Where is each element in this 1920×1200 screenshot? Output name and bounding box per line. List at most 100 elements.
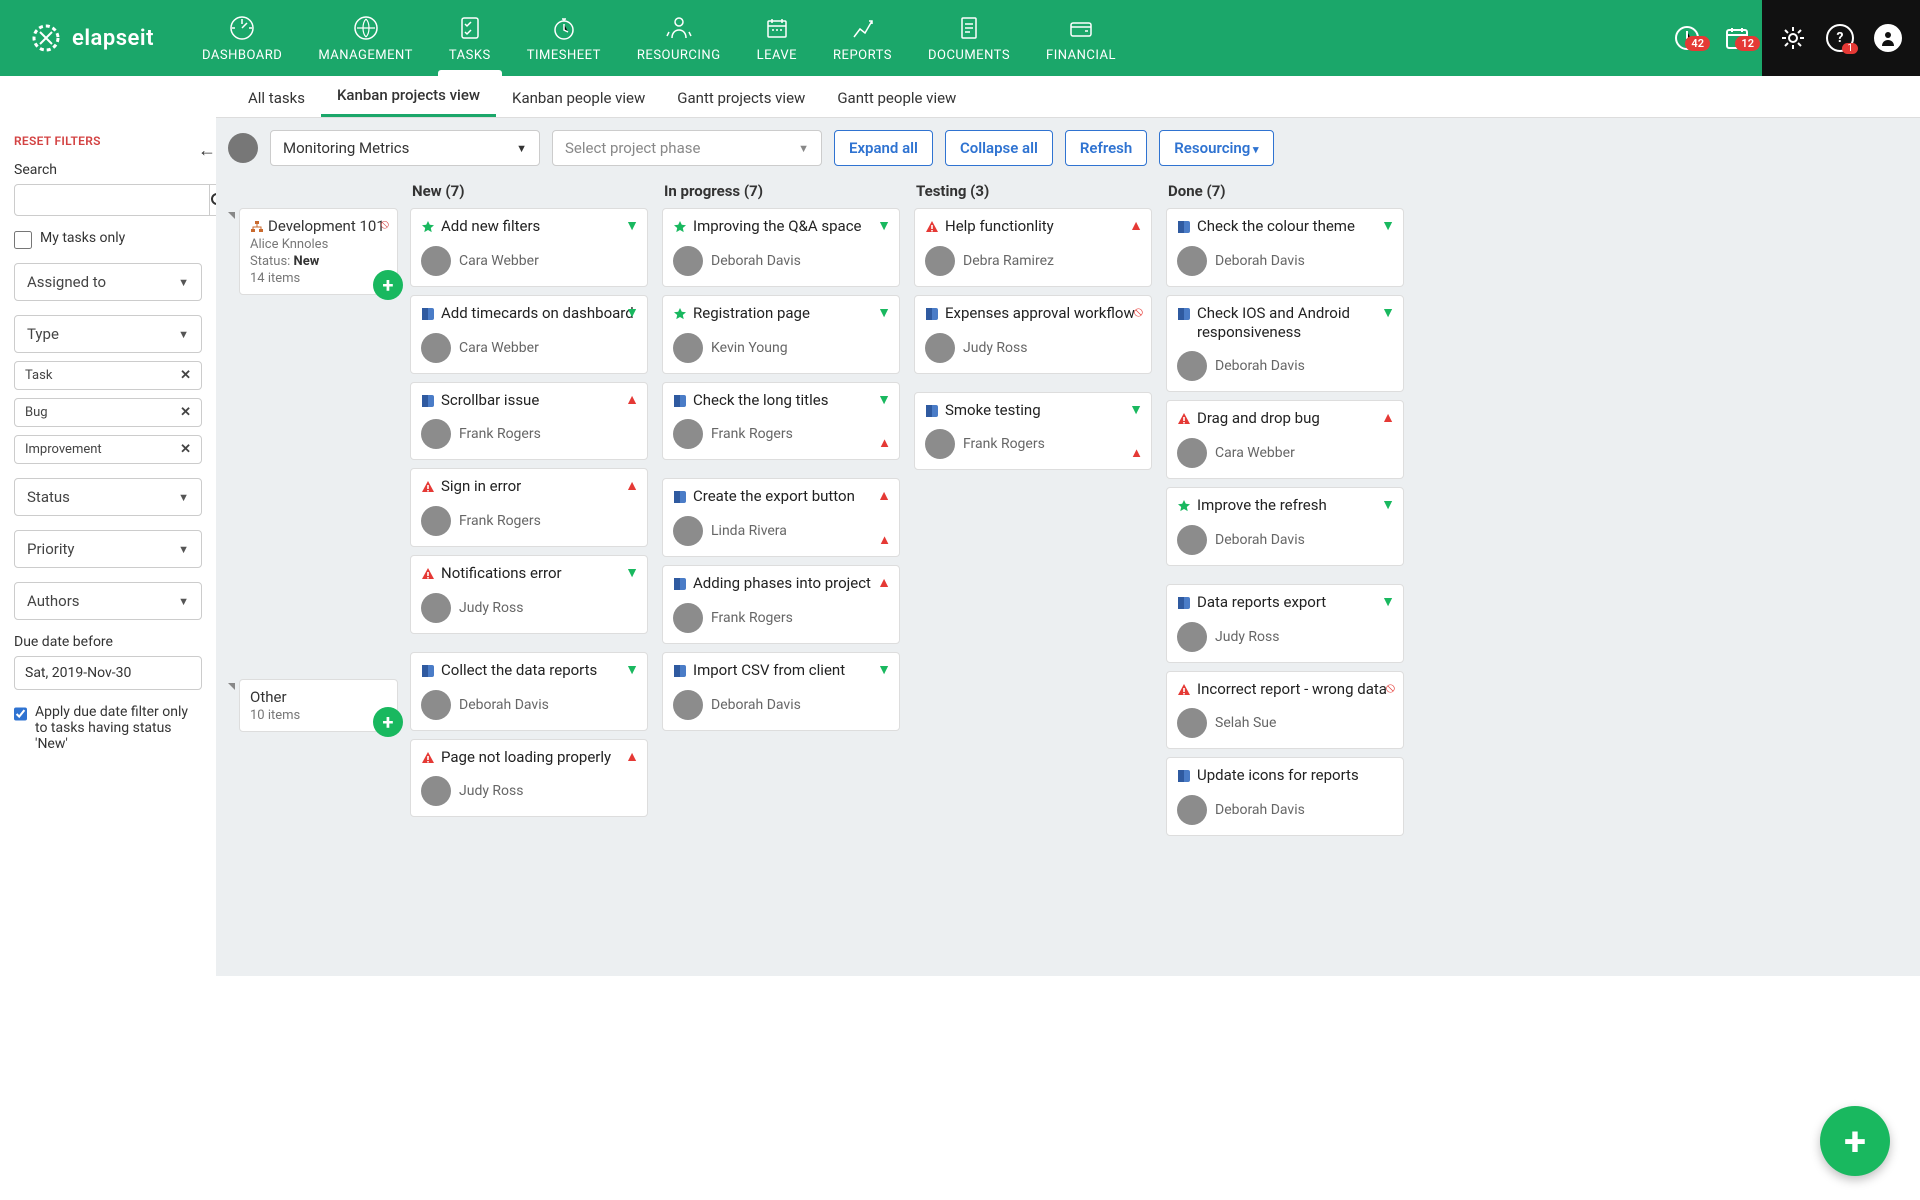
phase-select[interactable]: Select project phase▼ [552, 130, 822, 166]
assignee-name: Deborah Davis [1215, 532, 1305, 548]
my-tasks-checkbox[interactable] [14, 231, 32, 249]
authors-select[interactable]: Authors▼ [14, 582, 202, 620]
assignee-avatar [421, 690, 451, 720]
priority-low-icon: ▼ [625, 217, 639, 234]
task-type-icon [1177, 769, 1191, 783]
task-card[interactable]: Sign in error▲Frank Rogers [410, 468, 648, 547]
project-card[interactable]: Development 101⦸Alice KnnolesStatus: New… [239, 208, 398, 295]
nav-resourcing[interactable]: RESOURCING [619, 0, 739, 76]
task-card[interactable]: Improve the refresh▼Deborah Davis [1166, 487, 1404, 566]
assignee-name: Judy Ross [1215, 629, 1280, 645]
type-chip-task[interactable]: Task✕ [14, 361, 202, 390]
collapse-all-button[interactable]: Collapse all [945, 130, 1053, 166]
due-date-input[interactable]: Sat, 2019-Nov-30 [14, 656, 202, 690]
task-card[interactable]: Drag and drop bug▲Cara Webber [1166, 400, 1404, 479]
task-card[interactable]: Data reports export▼Judy Ross [1166, 584, 1404, 663]
refresh-button[interactable]: Refresh [1065, 130, 1147, 166]
assignee-avatar [1177, 351, 1207, 381]
nav-financial[interactable]: FINANCIAL [1028, 0, 1134, 76]
task-card[interactable]: Registration page▼Kevin Young [662, 295, 900, 374]
project-avatar[interactable] [228, 133, 258, 163]
assignee-avatar [421, 776, 451, 806]
my-tasks-checkbox-row[interactable]: My tasks only [14, 230, 202, 249]
help-button[interactable]: ? 1 [1826, 24, 1854, 52]
assigned-to-select[interactable]: Assigned to▼ [14, 263, 202, 301]
remove-chip-icon[interactable]: ✕ [180, 368, 191, 383]
type-chip-improvement[interactable]: Improvement✕ [14, 435, 202, 464]
task-card[interactable]: Improving the Q&A space▼Deborah Davis [662, 208, 900, 287]
nav-reports[interactable]: REPORTS [815, 0, 910, 76]
task-card[interactable]: Expenses approval workflow⦸Judy Ross [914, 295, 1152, 374]
task-card[interactable]: Notifications error▼Judy Ross [410, 555, 648, 634]
priority-high-icon: ▲ [625, 748, 639, 765]
task-card[interactable]: Incorrect report - wrong data⦸Selah Sue [1166, 671, 1404, 750]
status-select[interactable]: Status▼ [14, 478, 202, 516]
task-card[interactable]: Page not loading properly▲Judy Ross [410, 739, 648, 818]
apply-due-checkbox-row[interactable]: Apply due date filter only to tasks havi… [14, 704, 202, 752]
task-card[interactable]: Import CSV from client▼Deborah Davis [662, 652, 900, 731]
tab-all-tasks[interactable]: All tasks [232, 79, 321, 117]
notifications-calendar[interactable]: 12 [1712, 23, 1762, 53]
task-title: Data reports export [1197, 593, 1393, 612]
task-card[interactable]: Scrollbar issue▲Frank Rogers [410, 382, 648, 461]
notifications-clock[interactable]: 42 [1662, 23, 1712, 53]
task-card[interactable]: Check the colour theme▼Deborah Davis [1166, 208, 1404, 287]
add-task-fab[interactable]: + [1820, 1106, 1890, 1176]
user-avatar[interactable] [1874, 24, 1902, 52]
nav-dashboard[interactable]: DASHBOARD [184, 0, 300, 76]
priority-blocked-icon: ⦸ [1386, 680, 1395, 696]
task-title: Expenses approval workflow [945, 304, 1141, 323]
remove-chip-icon[interactable]: ✕ [180, 405, 191, 420]
nav-tasks[interactable]: TASKS [431, 0, 509, 76]
collapse-group-icon[interactable] [228, 683, 235, 690]
type-chip-bug[interactable]: Bug✕ [14, 398, 202, 427]
project-select[interactable]: Monitoring Metrics▼ [270, 130, 540, 166]
column-header: Testing (3) [914, 178, 1152, 208]
tab-gantt-people[interactable]: Gantt people view [821, 79, 972, 117]
priority-select[interactable]: Priority▼ [14, 530, 202, 568]
task-card[interactable]: Smoke testing▼Frank Rogers▲ [914, 392, 1152, 471]
search-input[interactable] [14, 184, 210, 216]
logo-text: elapseit [72, 26, 154, 51]
task-card[interactable]: Check the long titles▼Frank Rogers▲ [662, 382, 900, 461]
gear-icon[interactable] [1780, 25, 1806, 51]
remove-chip-icon[interactable]: ✕ [180, 442, 191, 457]
nav-management[interactable]: MANAGEMENT [300, 0, 431, 76]
tab-kanban-projects[interactable]: Kanban projects view [321, 76, 496, 117]
nav-documents[interactable]: DOCUMENTS [910, 0, 1028, 76]
timesheet-icon [550, 14, 578, 42]
task-card[interactable]: Collect the data reports▼Deborah Davis [410, 652, 648, 731]
column-header: Done (7) [1166, 178, 1404, 208]
task-title: Page not loading properly [441, 748, 637, 767]
type-select[interactable]: Type▼ [14, 315, 202, 353]
assignee-name: Frank Rogers [459, 513, 541, 529]
tab-gantt-projects[interactable]: Gantt projects view [661, 79, 821, 117]
task-card[interactable]: Add timecards on dashboard▼Cara Webber [410, 295, 648, 374]
tab-kanban-people[interactable]: Kanban people view [496, 79, 661, 117]
reset-filters[interactable]: RESET FILTERS [14, 134, 202, 148]
task-card[interactable]: Update icons for reportsDeborah Davis [1166, 757, 1404, 836]
task-type-icon [925, 307, 939, 321]
collapse-sidebar-icon[interactable]: ← [198, 140, 216, 161]
assignee-avatar [925, 429, 955, 459]
collapse-group-icon[interactable] [228, 212, 235, 219]
logo[interactable]: elapseit [0, 22, 184, 54]
nav-leave[interactable]: LEAVE [739, 0, 815, 76]
add-task-button[interactable]: + [373, 270, 403, 300]
nav-timesheet[interactable]: TIMESHEET [509, 0, 619, 76]
task-card[interactable]: Add new filters▼Cara Webber [410, 208, 648, 287]
expand-all-button[interactable]: Expand all [834, 130, 933, 166]
project-card[interactable]: Other10 items+ [239, 679, 398, 732]
priority-high-icon: ▲ [625, 391, 639, 408]
task-card[interactable]: Help functionlity▲Debra Ramirez [914, 208, 1152, 287]
add-task-button[interactable]: + [373, 707, 403, 737]
task-card[interactable]: Check IOS and Android responsiveness▼Deb… [1166, 295, 1404, 393]
task-card[interactable]: Adding phases into project▲Frank Rogers [662, 565, 900, 644]
task-card[interactable]: Create the export button▲Linda Rivera▲ [662, 478, 900, 557]
priority-high-icon: ▲ [625, 477, 639, 494]
resourcing-button[interactable]: Resourcing [1159, 130, 1273, 166]
chevron-down-icon: ▼ [178, 328, 189, 341]
task-type-icon [925, 404, 939, 418]
chevron-down-icon: ▼ [178, 491, 189, 504]
apply-due-checkbox[interactable] [14, 705, 27, 723]
